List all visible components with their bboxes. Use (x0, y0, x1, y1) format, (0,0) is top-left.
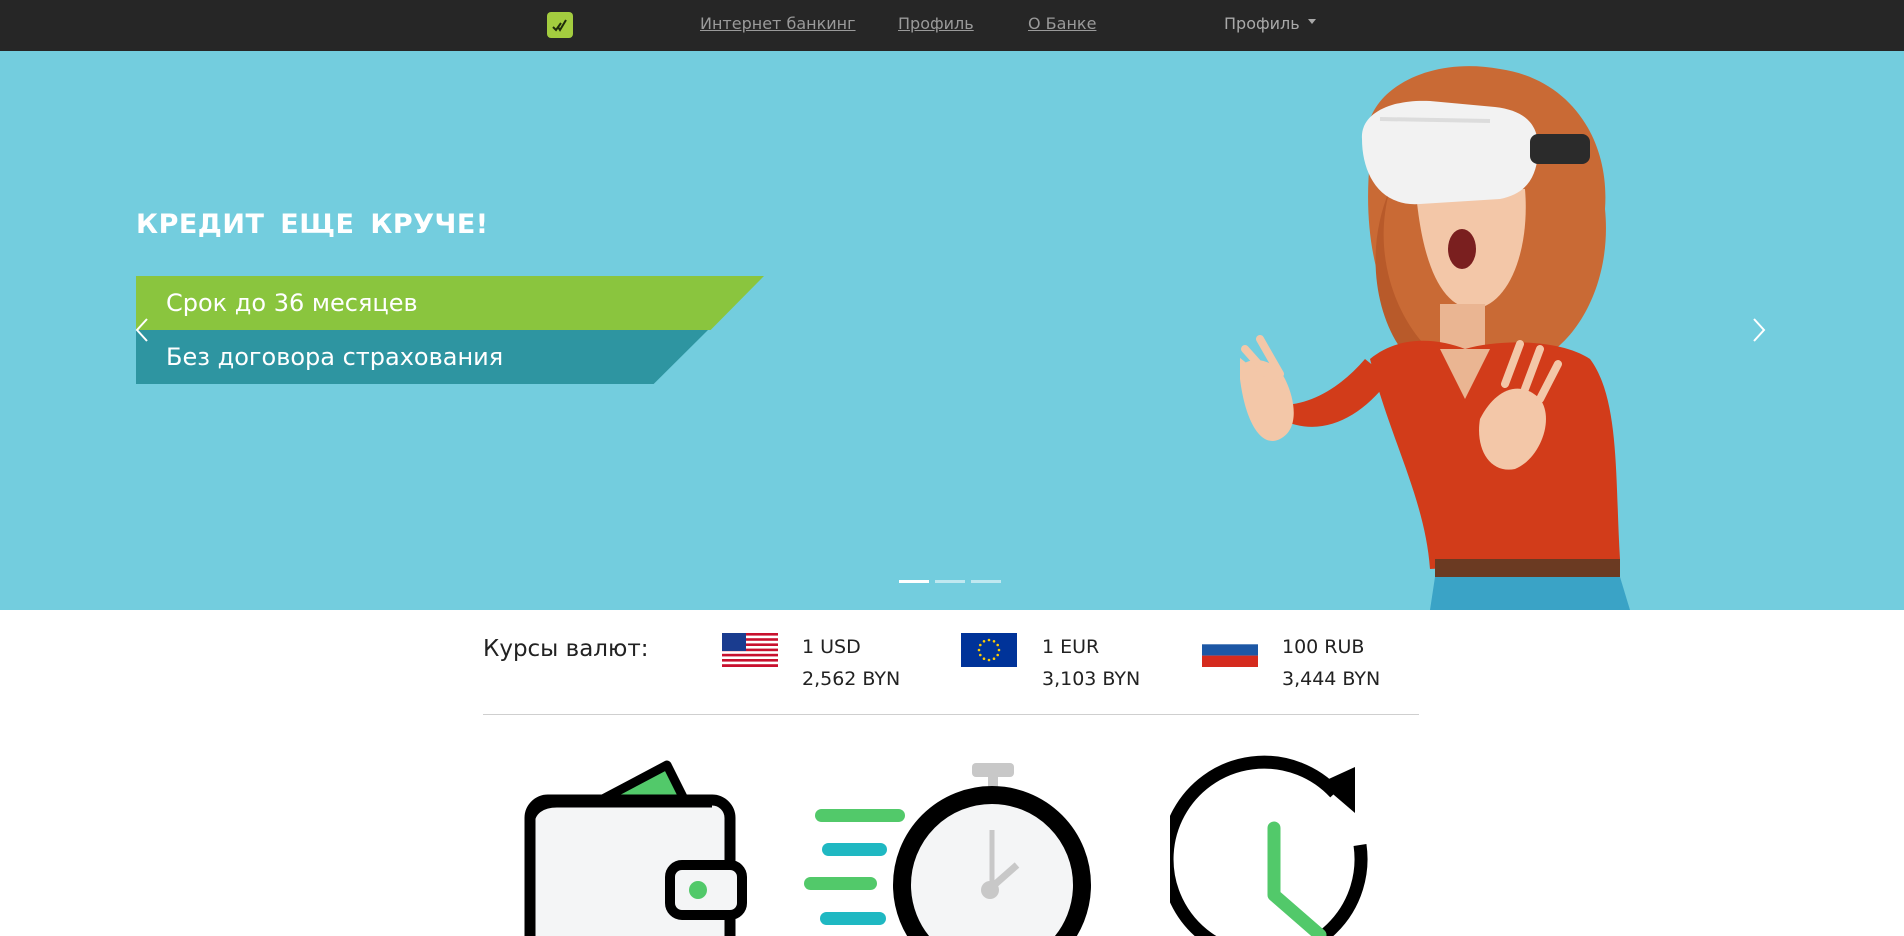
stopwatch-icon (804, 763, 1091, 936)
profile-dropdown-toggle[interactable]: Профиль (1224, 14, 1316, 33)
rate-usd-name: 1 USD (802, 636, 861, 658)
rate-rub-name: 100 RUB (1282, 636, 1365, 658)
nav-link-internet-banking[interactable]: Интернет банкинг (700, 14, 856, 33)
carousel-indicator-1[interactable] (899, 580, 929, 583)
carousel-next-icon[interactable] (1752, 317, 1766, 343)
banner-no-insurance-text: Без договора страхования (166, 343, 504, 371)
rate-rub-value: 3,444 BYN (1282, 668, 1381, 690)
banner-term-text: Срок до 36 месяцев (166, 289, 418, 317)
wallet-icon (524, 760, 747, 936)
hero-woman-vr-image (1240, 66, 1630, 610)
nav-link-about-bank[interactable]: О Банке (1028, 14, 1096, 33)
ru-flag-icon (1202, 633, 1258, 667)
rate-usd-value: 2,562 BYN (802, 668, 901, 690)
eu-flag-icon (961, 633, 1017, 667)
rate-eur-value: 3,103 BYN (1042, 668, 1141, 690)
rates-divider (483, 714, 1419, 715)
banner-no-insurance: Без договора страхования (136, 330, 708, 384)
chevron-down-icon (1307, 19, 1316, 24)
bank-logo-icon[interactable] (547, 12, 573, 38)
carousel-prev-icon[interactable] (135, 317, 149, 343)
hero-headline: КРЕДИТ ЕЩЕ КРУЧЕ! (136, 209, 489, 240)
carousel-indicator-3[interactable] (971, 580, 1001, 583)
nav-link-profile[interactable]: Профиль (898, 14, 974, 33)
us-flag-icon (722, 633, 778, 667)
top-navbar: Интернет банкинг Профиль О Банке Профиль (0, 0, 1904, 51)
currency-rates-title: Курсы валют: (483, 636, 649, 662)
clock-refresh-icon (1170, 755, 1368, 936)
hero-carousel: КРЕДИТ ЕЩЕ КРУЧЕ! Срок до 36 месяцев Без… (0, 51, 1904, 610)
rate-eur-name: 1 EUR (1042, 636, 1100, 658)
banner-term: Срок до 36 месяцев (136, 276, 764, 330)
carousel-indicator-2[interactable] (935, 580, 965, 583)
profile-dropdown-label: Профиль (1224, 14, 1300, 33)
